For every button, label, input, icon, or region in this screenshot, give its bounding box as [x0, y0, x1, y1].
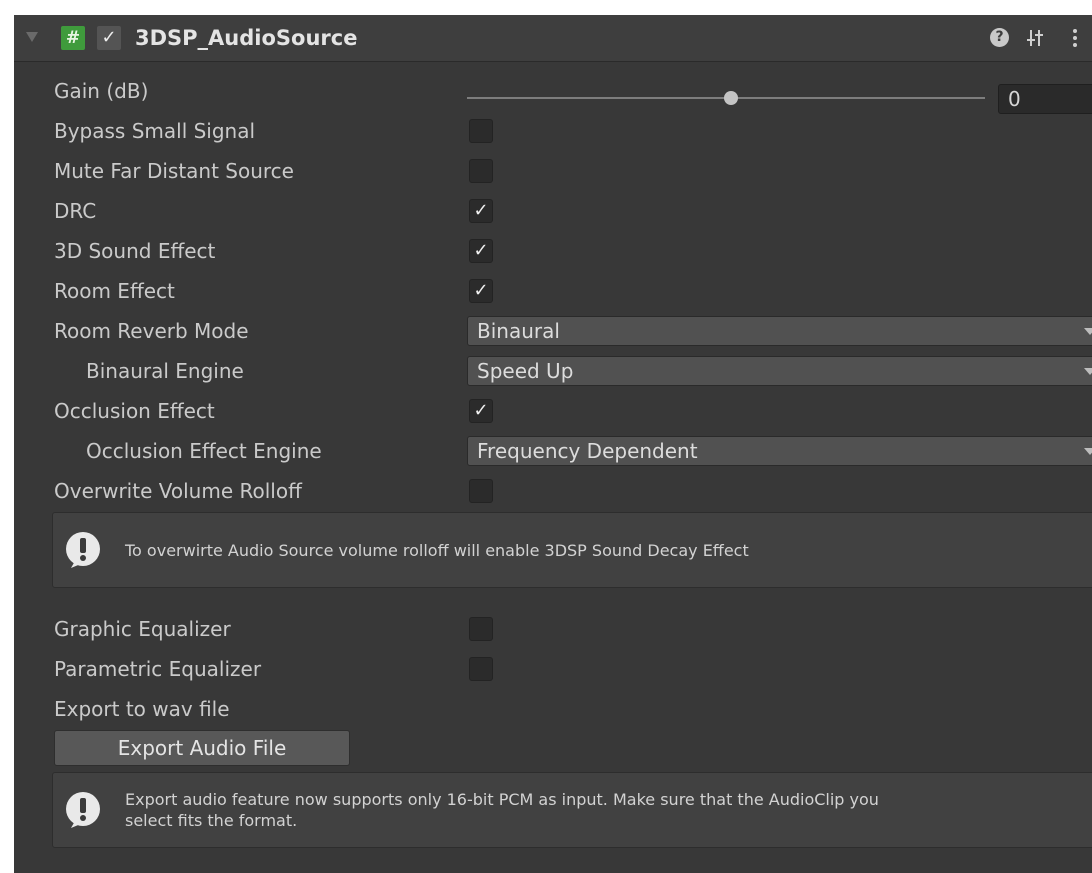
binaural-engine-dropdown[interactable]: Speed Up: [467, 356, 1092, 386]
bypass-small-signal-checkbox[interactable]: [469, 119, 493, 143]
warning-icon: [66, 532, 100, 568]
export-help-box: Export audio feature now supports only 1…: [52, 772, 1092, 848]
occlusion-effect-engine-value: Frequency Dependent: [477, 439, 698, 463]
drc-checkbox[interactable]: ✓: [469, 199, 493, 223]
drc-label: DRC: [54, 199, 97, 223]
mute-far-distant-source-checkbox[interactable]: [469, 159, 493, 183]
graphic-equalizer-checkbox[interactable]: [469, 617, 493, 641]
component-title: 3DSP_AudioSource: [135, 26, 358, 50]
gain-label: Gain (dB): [54, 79, 149, 103]
export-audio-file-button[interactable]: Export Audio File: [54, 730, 350, 766]
dropdown-arrow-icon: [1084, 368, 1092, 375]
sound-3d-effect-label: 3D Sound Effect: [54, 239, 216, 263]
room-reverb-mode-label: Room Reverb Mode: [54, 319, 249, 343]
export-help-text-line1: Export audio feature now supports only 1…: [125, 790, 879, 809]
script-icon: #: [61, 26, 85, 50]
foldout-arrow-icon[interactable]: [26, 32, 38, 42]
presets-icon[interactable]: [1026, 28, 1044, 53]
room-effect-label: Room Effect: [54, 279, 175, 303]
gain-slider-thumb[interactable]: [724, 91, 739, 105]
occlusion-effect-engine-dropdown[interactable]: Frequency Dependent: [467, 436, 1092, 466]
room-effect-checkbox[interactable]: ✓: [469, 279, 493, 303]
occlusion-effect-checkbox[interactable]: ✓: [469, 399, 493, 423]
parametric-equalizer-checkbox[interactable]: [469, 657, 493, 681]
dropdown-arrow-icon: [1084, 448, 1092, 455]
binaural-engine-label: Binaural Engine: [86, 359, 244, 383]
occlusion-effect-engine-label: Occlusion Effect Engine: [86, 439, 322, 463]
rolloff-help-text: To overwirte Audio Source volume rolloff…: [125, 541, 749, 560]
parametric-equalizer-label: Parametric Equalizer: [54, 657, 262, 681]
mute-far-distant-source-label: Mute Far Distant Source: [54, 159, 294, 183]
export-help-text-line2: select fits the format.: [125, 811, 298, 830]
component-enabled-checkbox[interactable]: ✓: [97, 26, 121, 50]
rolloff-help-box: To overwirte Audio Source volume rolloff…: [52, 512, 1092, 588]
help-icon[interactable]: ?: [990, 28, 1009, 47]
occlusion-effect-label: Occlusion Effect: [54, 399, 215, 423]
overwrite-volume-rolloff-label: Overwrite Volume Rolloff: [54, 479, 302, 503]
sound-3d-effect-checkbox[interactable]: ✓: [469, 239, 493, 263]
more-menu-icon[interactable]: [1072, 28, 1078, 53]
inspector-panel: # ✓ 3DSP_AudioSource ? Gain (dB) 0 Bypas…: [14, 15, 1092, 873]
bypass-small-signal-label: Bypass Small Signal: [54, 119, 256, 143]
binaural-engine-value: Speed Up: [477, 359, 574, 383]
graphic-equalizer-label: Graphic Equalizer: [54, 617, 231, 641]
warning-icon: [66, 792, 100, 828]
gain-value-field[interactable]: 0: [998, 84, 1092, 114]
export-to-wav-label: Export to wav file: [54, 697, 230, 721]
overwrite-volume-rolloff-checkbox[interactable]: [469, 479, 493, 503]
component-header[interactable]: # ✓ 3DSP_AudioSource ?: [14, 15, 1092, 62]
dropdown-arrow-icon: [1084, 328, 1092, 335]
room-reverb-mode-value: Binaural: [477, 319, 560, 343]
room-reverb-mode-dropdown[interactable]: Binaural: [467, 316, 1092, 346]
